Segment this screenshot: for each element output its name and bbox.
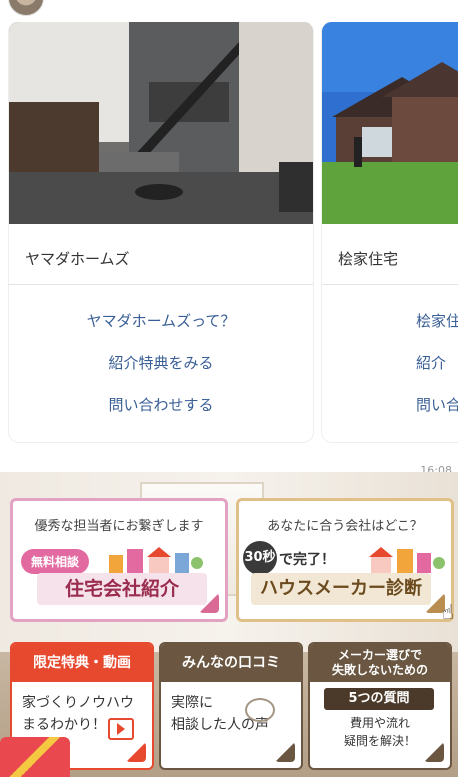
free-consult-pill: 無料相談 [21,549,90,574]
houses-icon [369,547,445,573]
banner-headline-line: メーカー選びで [337,648,422,662]
banner-headline: 優秀な担当者にお繋ぎします [34,519,204,534]
divider [322,284,458,285]
banner-body-line: 疑問を解決！ [343,734,416,748]
about-company-link[interactable]: 桧家住 [416,310,458,331]
banner-body-line: 費用や流れ [349,716,410,730]
contact-link[interactable]: 問い合 [416,394,458,415]
company-carousel[interactable]: ヤマダホームズ ヤマダホームズって？ 紹介特典をみる 問い合わせする 桧家住宅 … [0,22,458,472]
company-introduction-banner[interactable]: 優秀な担当者にお繋ぎします 無料相談 住宅会社紹介 [10,498,228,622]
about-company-link[interactable]: ヤマダホームズって？ [9,310,313,331]
done-text: で完了！ [279,552,335,568]
houses-icon [109,547,203,573]
contact-link[interactable]: 問い合わせする [9,394,313,415]
reviews-banner[interactable]: みんなの口コミ 実際に 相談した人の声 [159,642,303,770]
banner-title: 住宅会社紹介 [37,573,207,605]
view-bonus-link[interactable]: 紹介特典をみる [9,352,313,373]
five-questions-pill: 5つの質問 [324,688,434,710]
pointer-hand-icon: ☝ [441,600,454,624]
banner-area: 優秀な担当者にお繋ぎします 無料相談 住宅会社紹介 あなたに合う会社はどこ？ 3… [0,472,458,777]
banner-title: ハウスメーカー診断 [251,573,431,605]
message-timestamp: 16:08 [420,464,452,472]
video-play-icon [108,718,134,740]
thirty-seconds-badge: 30秒 [243,541,277,575]
arrow-corner-icon [275,742,295,762]
divider [9,284,313,285]
banner-body: 費用や流れ 疑問を解決！ [320,714,440,750]
five-questions-banner[interactable]: メーカー選びで 失敗しないための 5つの質問 費用や流れ 疑問を解決！ [308,642,452,770]
banner-body-line: 相談した人の声 [171,717,269,733]
company-name: 桧家住宅 [338,250,399,268]
avatar [8,0,44,16]
company-photo[interactable] [322,22,458,224]
chat-bubble-icon [245,698,275,722]
house-maker-diagnosis-banner[interactable]: あなたに合う会社はどこ？ 30秒 で完了！ ハウスメーカー診断 [236,498,454,622]
banner-headline: みんなの口コミ [161,644,301,682]
company-card[interactable]: ヤマダホームズ ヤマダホームズって？ 紹介特典をみる 問い合わせする [9,22,313,442]
arrow-corner-icon [126,742,146,762]
company-name: ヤマダホームズ [25,250,130,268]
view-bonus-link[interactable]: 紹介 [416,352,458,373]
company-photo[interactable] [9,22,313,224]
company-card[interactable]: 桧家住宅 桧家住 紹介 問い合 [322,22,458,442]
gift-box-icon [0,737,70,777]
banner-headline: 限定特典・動画 [12,644,152,682]
banner-headline: メーカー選びで 失敗しないための [310,644,450,682]
banner-headline-line: 失敗しないための [331,663,428,677]
banner-headline: あなたに合う会社はどこ？ [267,519,423,534]
banner-body-line: 家づくりノウハウ [22,695,134,711]
